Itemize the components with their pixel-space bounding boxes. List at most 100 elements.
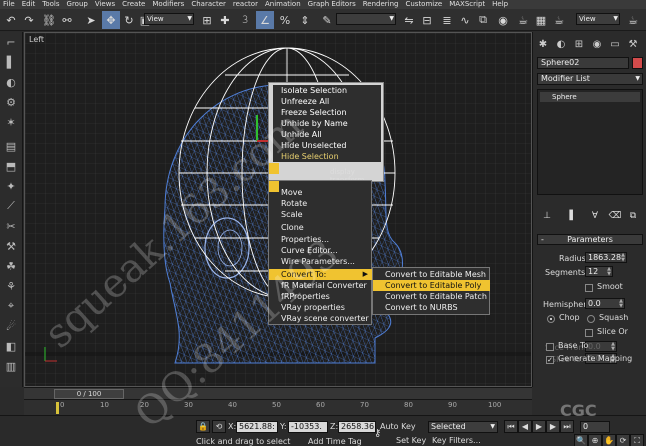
submenu-item-editable-poly[interactable]: Convert to Editable Poly [373,280,490,291]
viewport-label[interactable]: Left [29,35,44,44]
quad-item-hide-selection[interactable]: Hide Selection [273,151,381,162]
spinner-snap-icon[interactable]: ⇕ [296,11,314,29]
hemisphere-spinner[interactable]: 0.0 ▲ ▼ [585,298,625,309]
x-coord-field[interactable]: 5621.88: [236,421,278,433]
utilities-tab-icon[interactable]: ⚒ [625,36,641,52]
menu-item-rotate[interactable]: Rotate [281,198,371,209]
menu-create[interactable]: Create [122,0,145,9]
tool-icon-6[interactable]: ▤ [3,138,19,154]
menu-group[interactable]: Group [67,0,88,9]
menu-item-wire-parameters[interactable]: Wire Parameters... [281,256,371,267]
select-manipulate-icon[interactable]: ✚ [216,11,234,29]
menu-item-clone[interactable]: Clone [281,222,371,233]
tool-icon-16[interactable]: ◧ [3,338,19,354]
slice-from-spinner[interactable]: 0.0 ▲ ▼ [585,341,617,352]
motion-tab-icon[interactable]: ◉ [589,36,605,52]
object-color-swatch[interactable] [632,57,643,69]
tool-icon-9[interactable]: ⟋ [3,198,19,214]
named-selection-dropdown[interactable]: ▼ [336,13,396,25]
menu-rendering[interactable]: Rendering [363,0,399,9]
key-mode-dropdown[interactable]: Selected ▼ [428,421,498,433]
y-coord-field[interactable]: -10353. [288,421,328,433]
configure-sets-icon[interactable]: ⧉ [627,210,639,222]
transform-mode-icon[interactable]: ⟲ [212,420,226,433]
menu-help[interactable]: Help [492,0,508,9]
render-production-icon[interactable]: ☕ [624,11,642,29]
tool-icon-17[interactable]: ▥ [3,358,19,374]
quad-item-isolate-selection[interactable]: Isolate Selection [273,85,381,96]
select-object-icon[interactable]: ➤ [82,11,100,29]
maximize-viewport-icon[interactable]: ⛶ [630,434,644,446]
quad-item-unhide-all[interactable]: Unhide All [273,129,381,140]
parameters-rollout[interactable]: - Parameters [537,234,643,245]
tool-icon-3[interactable]: ◐ [3,74,19,90]
play-icon[interactable]: ▶ [532,420,546,433]
menu-tools[interactable]: Tools [42,0,59,9]
mirror-icon[interactable]: ⇋ [400,11,418,29]
orbit-icon[interactable]: ⟳ [616,434,630,446]
make-unique-icon[interactable]: ∀ [589,210,601,222]
select-link-icon[interactable]: ⛓ [40,11,58,29]
goto-end-icon[interactable]: ⏭ [560,420,574,433]
menu-item-move[interactable]: Move [281,187,371,198]
z-coord-field[interactable]: 2658.36 [338,421,376,433]
menu-item-curve-editor[interactable]: Curve Editor... [281,245,371,256]
tool-icon-2[interactable]: ▌ [3,54,19,70]
menu-character[interactable]: Character [191,0,226,9]
quad-item-freeze-selection[interactable]: Freeze Selection [273,107,381,118]
menu-item-scale[interactable]: Scale [281,209,371,220]
menu-graph-editors[interactable]: Graph Editors [308,0,356,9]
lock-selection-icon[interactable]: 🔒 [196,420,210,433]
unlink-icon[interactable]: ⚯ [58,11,76,29]
menu-maxscript[interactable]: MAXScript [449,0,485,9]
render-frame-icon[interactable]: ▦ [532,11,550,29]
tool-icon-12[interactable]: ☘ [3,258,19,274]
align-icon[interactable]: ⊟ [418,11,436,29]
slice-on-checkbox[interactable] [585,329,593,337]
menu-animation[interactable]: Animation [265,0,301,9]
menu-item-convert-to[interactable]: Convert To: ▶ [269,269,372,280]
tool-icon-15[interactable]: ☄ [3,318,19,334]
tool-icon-1[interactable]: ⌐ [3,34,19,50]
menu-views[interactable]: Views [95,0,115,9]
menu-reactor[interactable]: reactor [233,0,258,9]
object-name-field[interactable]: Sphere02 [537,57,629,69]
modifier-list-dropdown[interactable]: Modifier List ▼ [537,73,643,85]
stack-item-sphere[interactable]: Sphere [540,92,640,102]
percent-snap-icon[interactable]: % [276,11,294,29]
curve-editor-icon[interactable]: ∿ [456,11,474,29]
menu-edit[interactable]: Edit [22,0,36,9]
menu-item-fr-material-converter[interactable]: fR Material Converter [281,280,371,291]
tool-icon-14[interactable]: ⌖ [3,298,19,314]
remove-modifier-icon[interactable]: ⌫ [609,210,622,222]
tool-icon-5[interactable]: ✶ [3,114,19,130]
segments-spinner[interactable]: 12 ▲ ▼ [585,266,613,277]
pivot-icon[interactable]: ⊞ [198,11,216,29]
create-tab-icon[interactable]: ✱ [535,36,551,52]
quad-item-hide-unselected[interactable]: Hide Unselected [273,140,381,151]
material-editor-icon[interactable]: ◉ [494,11,512,29]
generate-mapping-checkbox[interactable]: ✓ [546,356,554,364]
tool-icon-11[interactable]: ⚒ [3,238,19,254]
reference-coordinate-dropdown[interactable]: View ▼ [144,13,194,25]
select-move-icon[interactable]: ✥ [102,11,120,29]
chop-radio[interactable] [547,315,555,323]
tool-icon-13[interactable]: ⚘ [3,278,19,294]
goto-start-icon[interactable]: ⏮ [504,420,518,433]
add-time-tag-button[interactable]: Add Time Tag [308,437,362,446]
menu-item-vray-properties[interactable]: VRay properties [281,302,371,313]
prev-frame-icon[interactable]: ◀ [518,420,532,433]
radius-spinner[interactable]: 1863.28 ▲ ▼ [585,252,627,263]
menu-item-fr-properties[interactable]: fRProperties [281,291,371,302]
base-to-pivot-checkbox[interactable] [546,343,554,351]
squash-radio[interactable] [587,315,595,323]
show-end-result-icon[interactable]: ▌ [567,210,579,222]
hierarchy-tab-icon[interactable]: ⊞ [571,36,587,52]
quad-item-unfreeze-all[interactable]: Unfreeze All [273,96,381,107]
tool-icon-4[interactable]: ⚙ [3,94,19,110]
render-type-dropdown[interactable]: View ▼ [576,13,620,25]
submenu-item-editable-patch[interactable]: Convert to Editable Patch [373,291,490,302]
set-key-button[interactable]: Set Key [396,436,426,445]
render-setup-icon[interactable]: ☕ [514,11,532,29]
menu-modifiers[interactable]: Modifiers [152,0,184,9]
